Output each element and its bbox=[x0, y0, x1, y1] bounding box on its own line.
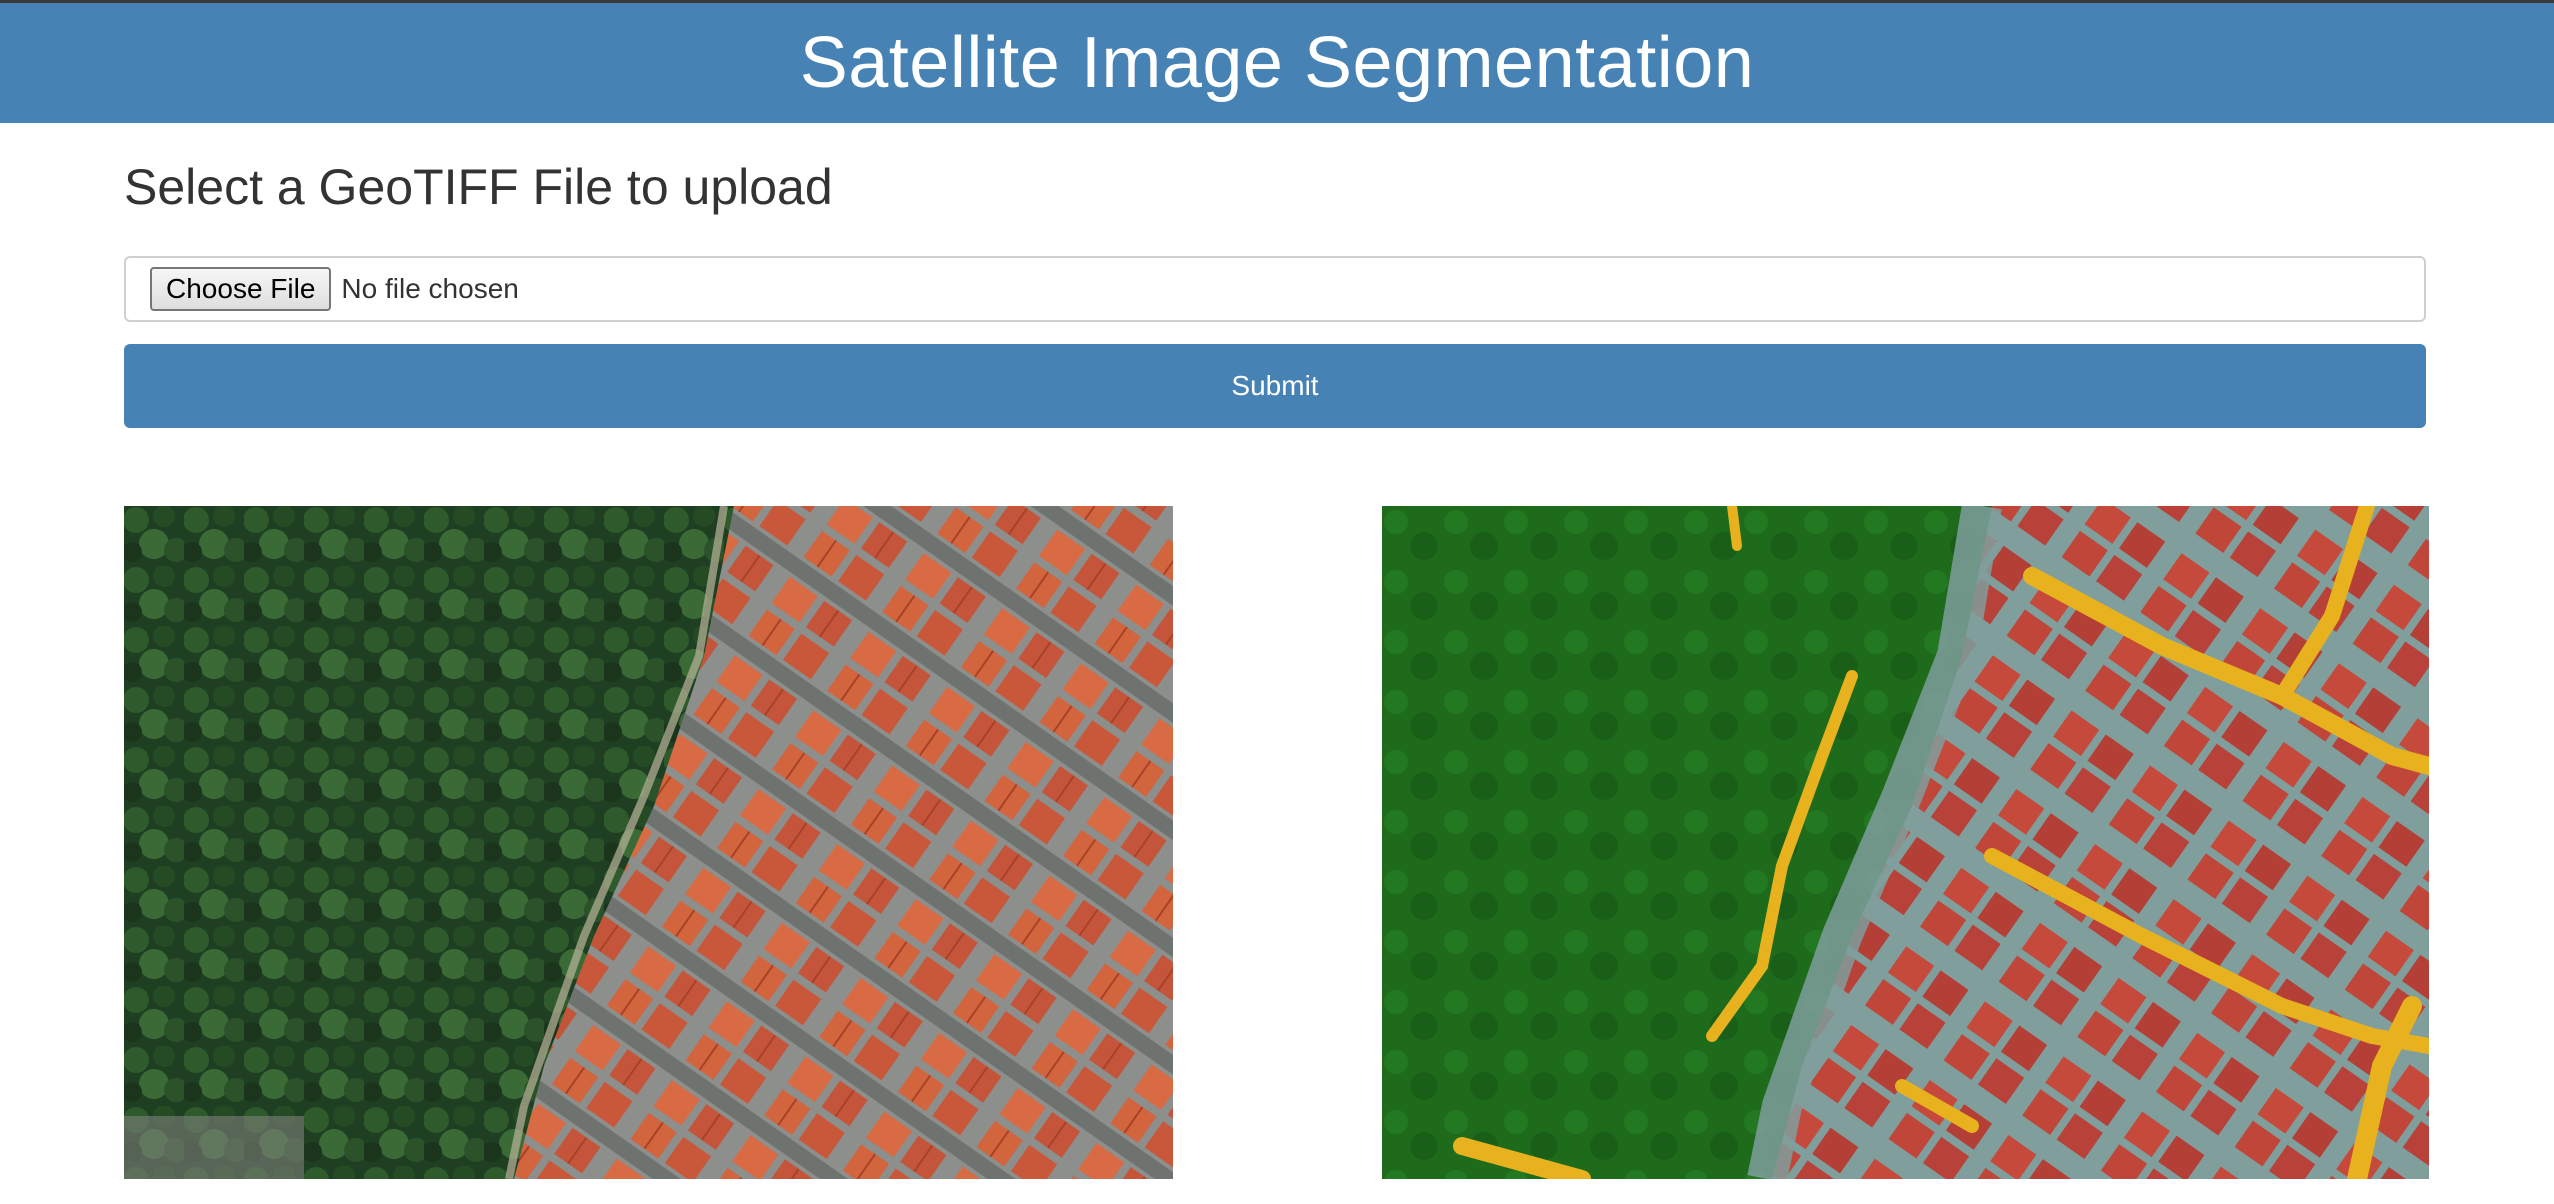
segmentation-mask-overlay bbox=[1382, 506, 2429, 1179]
file-input[interactable]: Choose File No file chosen bbox=[124, 256, 2426, 322]
submit-button[interactable]: Submit bbox=[124, 344, 2426, 428]
file-status-text: No file chosen bbox=[341, 273, 519, 304]
choose-file-button[interactable]: Choose File bbox=[150, 267, 332, 311]
page-header: Satellite Image Segmentation bbox=[0, 3, 2554, 123]
page-title: Satellite Image Segmentation bbox=[799, 23, 1755, 103]
original-satellite-image bbox=[124, 506, 1173, 1179]
upload-heading: Select a GeoTIFF File to upload bbox=[124, 159, 833, 215]
